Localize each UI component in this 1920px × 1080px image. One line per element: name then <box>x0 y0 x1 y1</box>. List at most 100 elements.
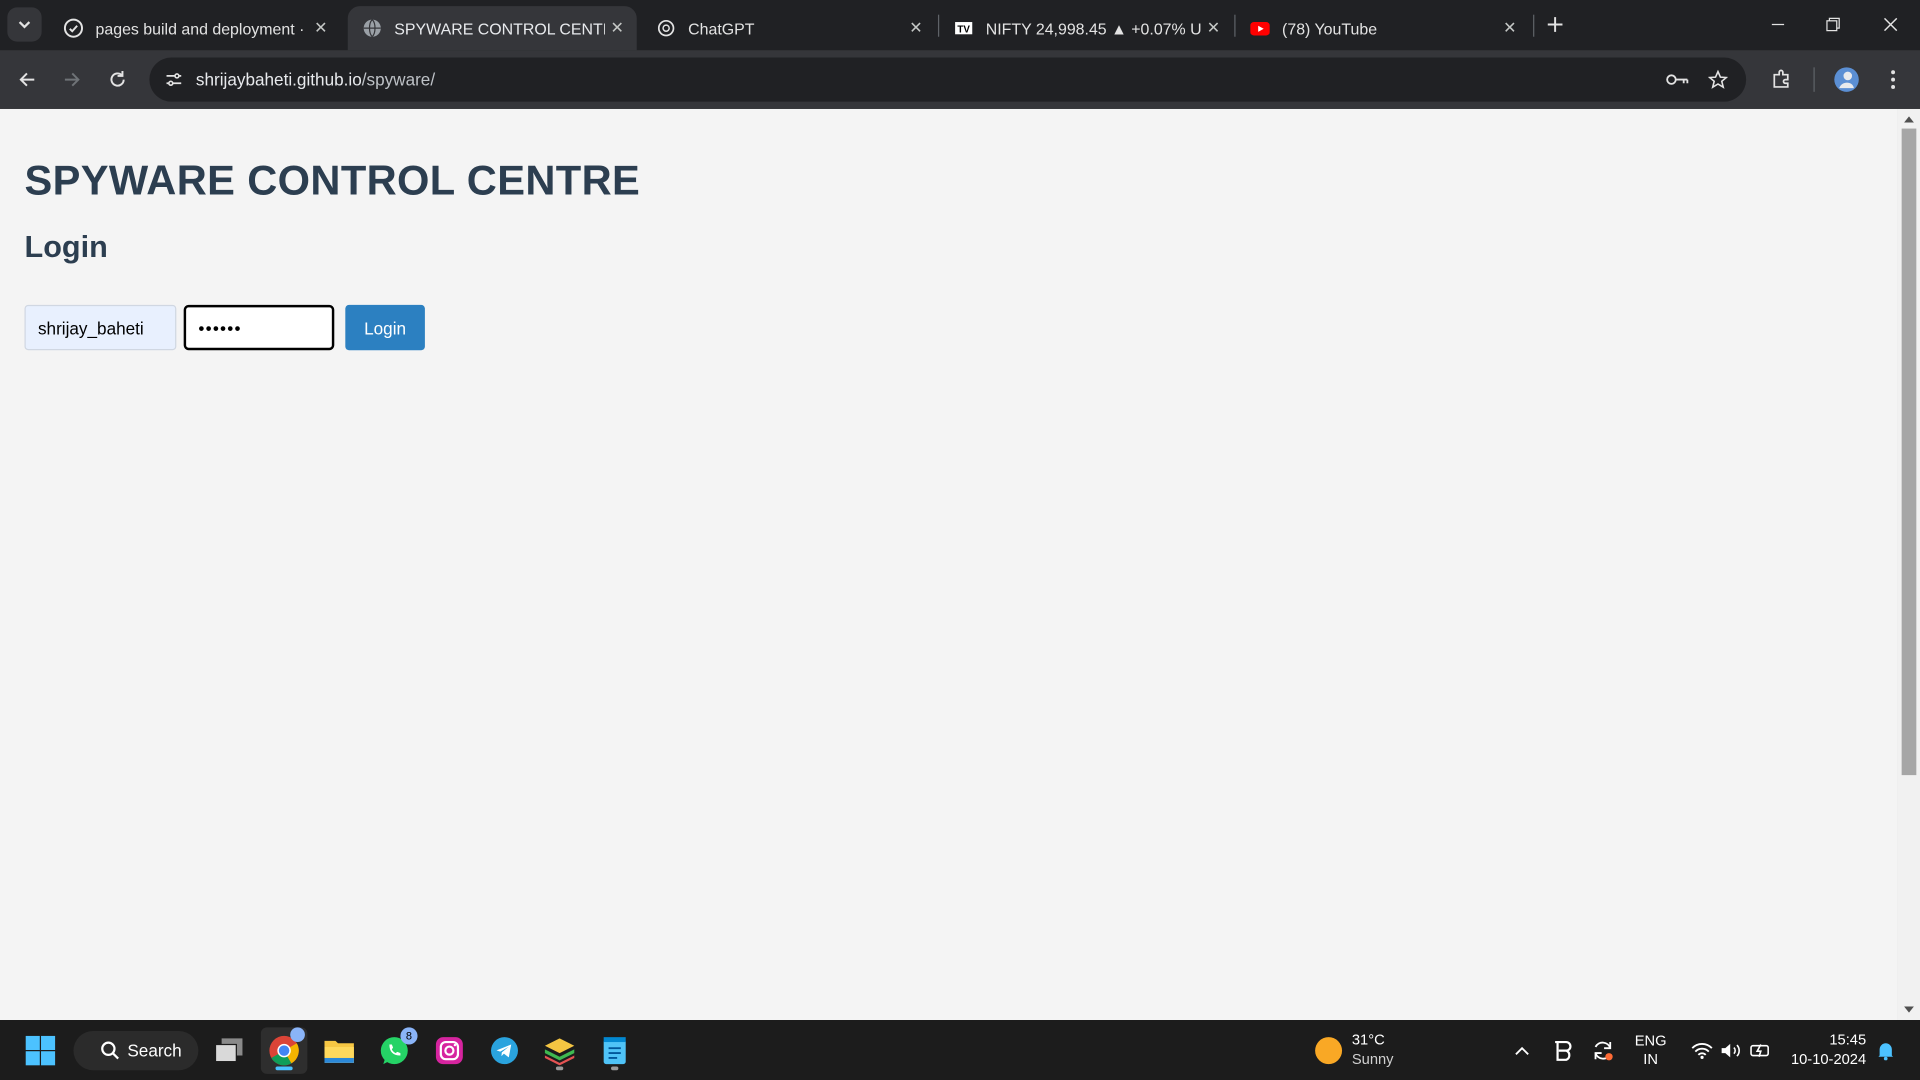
taskbar-telegram[interactable] <box>481 1027 528 1074</box>
scroll-down-arrow-icon[interactable] <box>1904 1006 1914 1013</box>
close-icon[interactable]: ✕ <box>904 16 928 40</box>
weather-temperature: 31°C <box>1351 1031 1385 1049</box>
site-info-icon[interactable] <box>159 65 188 94</box>
tray-sync-app[interactable] <box>1585 1027 1622 1074</box>
close-icon[interactable]: ✕ <box>309 16 333 40</box>
reload-button[interactable] <box>103 65 132 94</box>
taskbar-search[interactable]: Search <box>73 1031 199 1071</box>
tab-nifty[interactable]: TV NIFTY 24,998.45 ▲ +0.07% Unn ✕ <box>939 6 1233 50</box>
show-hidden-icons-button[interactable] <box>1501 1027 1543 1074</box>
browser-toolbar: shrijaybaheti.github.io/spyware/ <box>0 50 1920 109</box>
tab-separator <box>1533 14 1535 37</box>
chatgpt-icon <box>656 18 676 38</box>
password-key-icon[interactable] <box>1663 65 1692 94</box>
tab-spyware-control-centre[interactable]: SPYWARE CONTROL CENTRE ✕ <box>347 6 637 51</box>
bluestacks-icon <box>544 1038 575 1066</box>
youtube-icon <box>1250 18 1270 38</box>
language-indicator[interactable]: ENG IN <box>1629 1030 1673 1072</box>
password-input[interactable] <box>183 304 335 351</box>
notifications-button[interactable] <box>1871 1027 1900 1074</box>
taskbar-notepad[interactable] <box>591 1027 638 1074</box>
task-view-icon <box>214 1038 243 1063</box>
bookmark-star-icon[interactable] <box>1703 65 1732 94</box>
telegram-icon <box>491 1037 518 1065</box>
search-icon <box>101 1041 119 1060</box>
language-code: ENG <box>1634 1032 1667 1050</box>
clock-time: 15:45 <box>1829 1031 1867 1049</box>
tab-search-button[interactable] <box>7 7 42 42</box>
back-button[interactable] <box>12 65 41 94</box>
avatar-icon <box>1834 67 1859 92</box>
url-text: shrijaybaheti.github.io/spyware/ <box>196 70 435 90</box>
task-view-button[interactable] <box>206 1027 253 1074</box>
minimize-icon <box>1771 23 1785 26</box>
folder-icon <box>324 1040 354 1063</box>
chrome-profile-badge <box>290 1027 305 1043</box>
profile-avatar[interactable] <box>1832 65 1861 94</box>
bell-icon <box>1878 1043 1894 1061</box>
address-bar[interactable]: shrijaybaheti.github.io/spyware/ <box>149 57 1747 102</box>
login-heading: Login <box>24 230 108 265</box>
forward-button[interactable] <box>58 65 87 94</box>
restore-icon <box>1826 17 1840 32</box>
taskbar-chrome[interactable] <box>260 1027 308 1074</box>
scroll-thumb[interactable] <box>1901 128 1917 776</box>
page-title: SPYWARE CONTROL CENTRE <box>24 157 641 205</box>
svg-text:TV: TV <box>957 24 970 35</box>
taskbar-whatsapp[interactable]: 8 <box>371 1027 418 1074</box>
close-icon <box>1883 17 1898 32</box>
login-button[interactable]: Login <box>345 304 425 351</box>
notepad-icon <box>603 1037 626 1065</box>
close-icon[interactable]: ✕ <box>1498 16 1522 40</box>
whatsapp-notification-badge: 8 <box>400 1027 418 1045</box>
chevron-down-icon <box>18 21 31 29</box>
start-button[interactable] <box>17 1027 64 1074</box>
taskbar-bluestacks[interactable] <box>536 1027 583 1074</box>
extensions-button[interactable] <box>1767 65 1796 94</box>
arrow-left-icon <box>19 72 35 87</box>
url-host: shrijaybaheti.github.io <box>195 69 362 90</box>
clock-date: 10-10-2024 <box>1790 1050 1867 1068</box>
tab-title: pages build and deployment · s <box>95 18 309 38</box>
weather-description: Sunny <box>1351 1050 1394 1068</box>
tab-title: (78) YouTube <box>1282 18 1378 38</box>
taskbar-file-explorer[interactable] <box>316 1027 363 1074</box>
tab-chatgpt[interactable]: ChatGPT ✕ <box>642 6 936 50</box>
battery-charging-icon <box>1750 1044 1769 1057</box>
wifi-icon <box>1691 1043 1713 1059</box>
tab-github-actions[interactable]: pages build and deployment · s ✕ <box>49 6 340 50</box>
minimize-button[interactable] <box>1763 10 1792 39</box>
search-label: Search <box>127 1040 182 1061</box>
toolbar-separator <box>1813 67 1815 92</box>
quick-settings-button[interactable] <box>1680 1027 1783 1074</box>
scroll-up-arrow-icon[interactable] <box>1904 116 1914 123</box>
url-path: /spyware/ <box>361 69 436 90</box>
page-scrollbar[interactable] <box>1897 108 1920 1021</box>
weather-widget[interactable]: 31°C Sunny <box>1310 1030 1408 1072</box>
reload-icon <box>110 71 125 87</box>
kebab-menu-icon <box>1891 70 1896 89</box>
sync-icon <box>1594 1041 1613 1061</box>
taskbar-instagram[interactable] <box>426 1027 473 1074</box>
tray-app-b[interactable] <box>1545 1027 1582 1074</box>
tab-youtube[interactable]: (78) YouTube ✕ <box>1236 6 1530 50</box>
clock[interactable]: 15:45 10-10-2024 <box>1783 1030 1869 1072</box>
close-window-button[interactable] <box>1876 10 1905 39</box>
sun-icon <box>1315 1037 1343 1065</box>
new-tab-button[interactable] <box>1543 12 1567 36</box>
tradingview-icon: TV <box>954 18 974 38</box>
page-content: SPYWARE CONTROL CENTRE Login Login <box>0 108 1898 1021</box>
browser-menu-button[interactable] <box>1878 65 1907 94</box>
speaker-icon <box>1721 1043 1740 1058</box>
bitcoin-b-icon <box>1555 1040 1572 1061</box>
close-icon[interactable]: ✕ <box>1201 16 1225 40</box>
tab-title: SPYWARE CONTROL CENTRE <box>394 18 605 38</box>
tab-title: ChatGPT <box>688 18 755 38</box>
username-input[interactable] <box>24 304 177 351</box>
tab-title: NIFTY 24,998.45 ▲ +0.07% Unn <box>985 18 1202 38</box>
windows-logo-icon <box>25 1035 56 1066</box>
restore-button[interactable] <box>1818 10 1847 39</box>
close-icon[interactable]: ✕ <box>605 16 629 40</box>
running-app-indicator <box>611 1066 619 1071</box>
puzzle-icon <box>1773 69 1789 88</box>
